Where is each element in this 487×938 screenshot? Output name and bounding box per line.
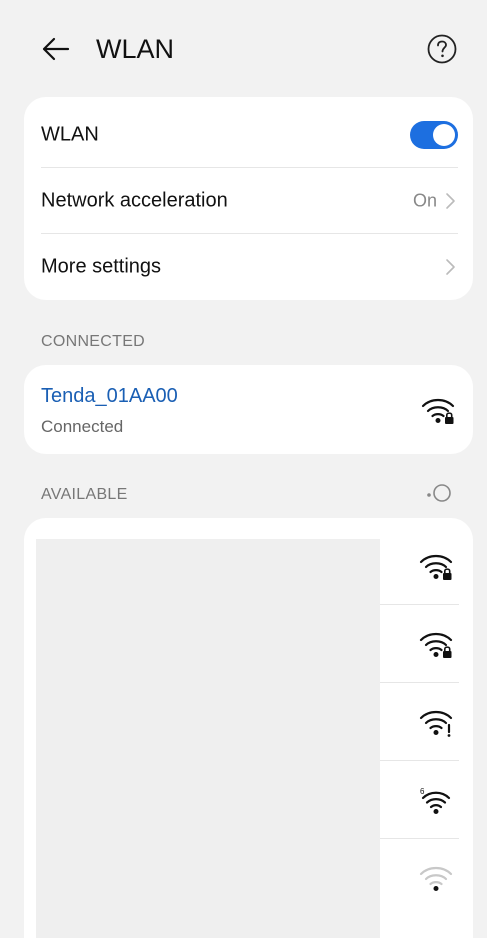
- wifi-locked-icon: [419, 554, 453, 580]
- wifi-locked-icon: [419, 632, 453, 658]
- more-settings-label: More settings: [41, 255, 162, 278]
- settings-card: WLAN Network acceleration On More settin…: [24, 97, 473, 300]
- wifi-locked-icon: [421, 398, 455, 424]
- network-name: Tenda_01AA00: [41, 385, 178, 407]
- refresh-scan-icon[interactable]: [424, 482, 454, 506]
- available-network-item[interactable]: [380, 526, 459, 605]
- available-network-item[interactable]: 6: [380, 760, 459, 839]
- app-header: WLAN: [0, 0, 487, 96]
- chevron-right-icon: [446, 193, 455, 209]
- arrow-left-icon[interactable]: [38, 31, 74, 67]
- wifi-6-icon: 6: [420, 787, 451, 814]
- available-section-label: AVAILABLE: [41, 486, 128, 503]
- page-title: WLAN: [96, 34, 175, 64]
- wifi-warning-icon: [419, 710, 453, 737]
- available-network-item[interactable]: [380, 838, 459, 917]
- available-network-item[interactable]: [380, 604, 459, 683]
- network-status: Connected: [41, 417, 124, 436]
- network-acceleration-value: On: [412, 190, 437, 211]
- available-network-item[interactable]: [380, 682, 459, 761]
- wlan-toggle-switch[interactable]: [410, 121, 458, 149]
- wlan-label: WLAN: [41, 123, 99, 146]
- help-circle-icon[interactable]: [426, 33, 458, 65]
- network-acceleration-label: Network acceleration: [41, 189, 228, 212]
- toggle-knob: [433, 124, 455, 146]
- redacted-network-names: [36, 539, 380, 938]
- connected-section-label: CONNECTED: [41, 333, 146, 350]
- wifi-weak-icon: [419, 866, 453, 891]
- chevron-right-icon: [446, 259, 455, 275]
- available-networks-list: 6: [24, 518, 473, 938]
- wlan-toggle-row[interactable]: WLAN: [24, 102, 473, 168]
- more-settings-row[interactable]: More settings: [24, 234, 473, 300]
- svg-text:6: 6: [420, 787, 425, 796]
- connected-network-item[interactable]: Tenda_01AA00 Connected: [24, 365, 473, 454]
- network-acceleration-row[interactable]: Network acceleration On: [24, 168, 473, 234]
